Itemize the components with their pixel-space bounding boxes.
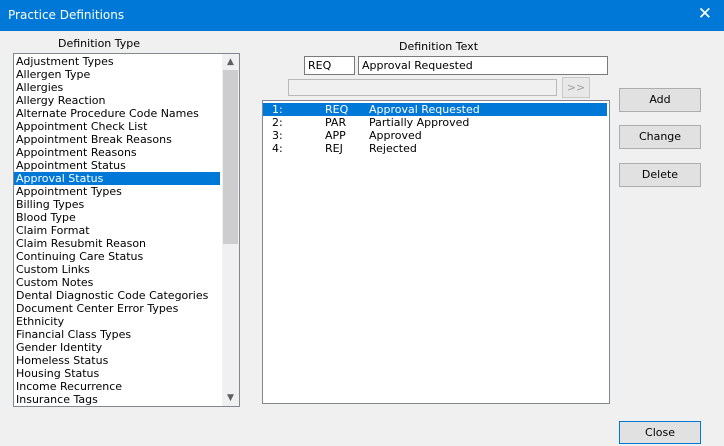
definition-code: REQ	[325, 103, 349, 116]
list-item[interactable]: Insurance Tags	[14, 393, 220, 406]
move-right-button[interactable]: >>	[562, 77, 590, 98]
list-item[interactable]: Dental Diagnostic Code Categories	[14, 289, 220, 302]
list-item[interactable]: Claim Resubmit Reason	[14, 237, 220, 250]
list-item[interactable]: Allergies	[14, 81, 220, 94]
list-item[interactable]: Alternate Procedure Code Names	[14, 107, 220, 120]
definition-text-label: Definition Text	[399, 40, 479, 53]
definition-text: Rejected	[369, 142, 417, 155]
list-item[interactable]: Appointment Status	[14, 159, 220, 172]
definitions-list[interactable]: 1: REQ Approval Requested 2: PAR Partially Ap…	[262, 100, 610, 404]
definition-text: Approval Requested	[369, 103, 480, 116]
scroll-up-icon[interactable]: ▲	[222, 54, 239, 70]
definition-code: PAR	[325, 116, 347, 129]
definition-type-label: Definition Type	[58, 37, 141, 50]
list-item[interactable]: Custom Links	[14, 263, 220, 276]
definition-type-scrollbar[interactable]: ▲ ▼	[222, 54, 239, 406]
list-item[interactable]: Appointment Types	[14, 185, 220, 198]
scroll-down-icon[interactable]: ▼	[222, 390, 239, 406]
table-row[interactable]: 2: PAR Partially Approved	[263, 116, 607, 129]
list-item[interactable]: Allergy Reaction	[14, 94, 220, 107]
list-item[interactable]: Appointment Break Reasons	[14, 133, 220, 146]
list-item[interactable]: Billing Types	[14, 198, 220, 211]
definition-code: APP	[325, 129, 346, 142]
definition-code: REJ	[325, 142, 343, 155]
list-item[interactable]: Approval Status	[14, 172, 220, 185]
list-item[interactable]: Ethnicity	[14, 315, 220, 328]
list-item[interactable]: Housing Status	[14, 367, 220, 380]
definition-text: Partially Approved	[369, 116, 470, 129]
list-item[interactable]: Claim Format	[14, 224, 220, 237]
window-title: Practice Definitions	[8, 8, 125, 22]
definition-text-field[interactable]: Approval Requested	[358, 56, 608, 75]
list-item[interactable]: Gender Identity	[14, 341, 220, 354]
definition-type-list[interactable]: ▲ ▼ Adjustment Types Allergen Type Allergi…	[13, 53, 240, 407]
list-item[interactable]: Custom Notes	[14, 276, 220, 289]
definition-num: 3:	[272, 129, 283, 142]
definition-num: 1:	[272, 103, 283, 116]
table-row[interactable]: 4: REJ Rejected	[263, 142, 607, 155]
definition-detail-field	[288, 79, 557, 96]
scrollbar-thumb[interactable]	[223, 70, 238, 244]
definition-num: 2:	[272, 116, 283, 129]
list-item[interactable]: Income Recurrence	[14, 380, 220, 393]
list-item[interactable]: Document Center Error Types	[14, 302, 220, 315]
list-item[interactable]: Blood Type	[14, 211, 220, 224]
list-item[interactable]: Adjustment Types	[14, 55, 220, 68]
list-item[interactable]: Allergen Type	[14, 68, 220, 81]
list-item[interactable]: Homeless Status	[14, 354, 220, 367]
delete-button[interactable]: Delete	[619, 163, 701, 187]
table-row[interactable]: 3: APP Approved	[263, 129, 607, 142]
definition-num: 4:	[272, 142, 283, 155]
close-button[interactable]: Close	[619, 421, 701, 444]
definition-text: Approved	[369, 129, 422, 142]
list-item[interactable]: Appointment Check List	[14, 120, 220, 133]
practice-definitions-window: Practice Definitions ✕ Definition Type ▲…	[0, 0, 724, 446]
table-row[interactable]: 1: REQ Approval Requested	[263, 103, 607, 116]
list-item[interactable]: Continuing Care Status	[14, 250, 220, 263]
list-item[interactable]: Financial Class Types	[14, 328, 220, 341]
title-bar: Practice Definitions ✕	[0, 0, 724, 31]
definition-code-field[interactable]: REQ	[304, 56, 355, 75]
list-item[interactable]: Appointment Reasons	[14, 146, 220, 159]
close-icon[interactable]: ✕	[698, 4, 712, 24]
add-button[interactable]: Add	[619, 88, 701, 112]
change-button[interactable]: Change	[619, 125, 701, 149]
